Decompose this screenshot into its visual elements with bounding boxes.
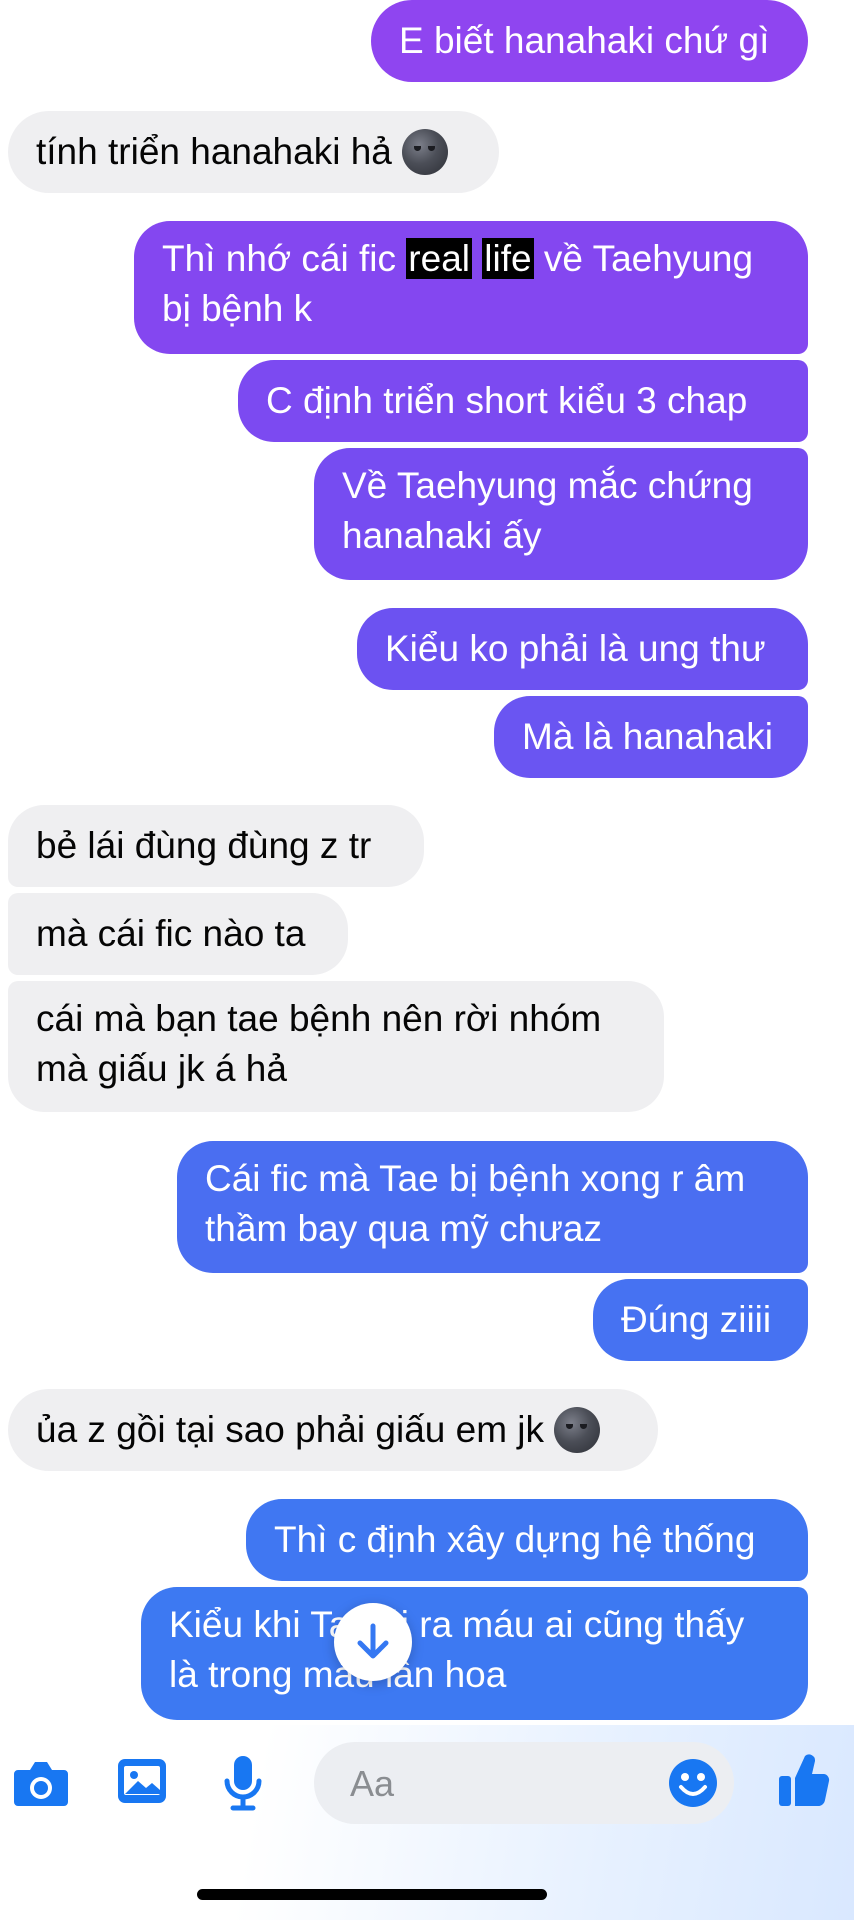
home-indicator xyxy=(197,1889,547,1900)
message-text: C định triển short kiểu 3 chap xyxy=(266,380,748,421)
message-incoming[interactable]: ủa z gồi tại sao phải giấu em jk xyxy=(8,1389,658,1471)
message-text: Mà là hanahaki xyxy=(522,716,773,757)
message-outgoing[interactable]: Kiểu ko phải là ung thư xyxy=(357,608,808,690)
message-text: Kiểu ko phải là ung thư xyxy=(385,628,766,669)
message-text: cái mà bạn tae bệnh nên rời nhóm mà giấu… xyxy=(36,998,602,1089)
message-outgoing[interactable]: Mà là hanahaki xyxy=(494,696,808,778)
message-outgoing[interactable]: E biết hanahaki chứ gì xyxy=(371,0,808,82)
message-outgoing[interactable]: Đúng ziiii xyxy=(593,1279,808,1361)
new-moon-face-icon xyxy=(401,129,448,175)
message-incoming[interactable]: mà cái fic nào ta xyxy=(8,893,348,975)
like-icon xyxy=(779,1754,830,1807)
message-outgoing[interactable]: Kiểu khi Tae ói ra máu ai cũng thấy là t… xyxy=(141,1587,808,1720)
like-button[interactable] xyxy=(776,1750,832,1810)
message-text: Thì nhớ cái fic real life về Taehyung bị… xyxy=(162,238,754,329)
scroll-to-bottom-button[interactable] xyxy=(334,1603,412,1681)
highlighted-word: life xyxy=(482,238,534,279)
message-outgoing[interactable]: Về Taehyung mắc chứng hanahaki ấy xyxy=(314,448,808,580)
message-outgoing[interactable]: C định triển short kiểu 3 chap xyxy=(238,360,808,442)
message-text: ủa z gồi tại sao phải giấu em jk xyxy=(36,1409,545,1450)
message-outgoing[interactable]: Cái fic mà Tae bị bệnh xong r âm thầm ba… xyxy=(177,1141,808,1273)
message-text: tính triển hanahaki hả xyxy=(36,131,392,172)
message-text: Cái fic mà Tae bị bệnh xong r âm thầm ba… xyxy=(205,1158,746,1249)
emoji-button[interactable] xyxy=(666,1756,720,1810)
gallery-button[interactable] xyxy=(114,1755,170,1807)
message-text: E biết hanahaki chứ gì xyxy=(399,20,770,61)
message-incoming[interactable]: tính triển hanahaki hả xyxy=(8,111,499,193)
message-text: Về Taehyung mắc chứng hanahaki ấy xyxy=(342,465,753,556)
highlighted-word: real xyxy=(406,238,472,279)
message-incoming[interactable]: cái mà bạn tae bệnh nên rời nhóm mà giấu… xyxy=(8,981,664,1112)
message-text: Đúng ziiii xyxy=(621,1299,772,1340)
microphone-icon xyxy=(224,1756,262,1811)
message-input[interactable] xyxy=(348,1742,652,1826)
message-outgoing[interactable]: Thì nhớ cái fic real life về Taehyung bị… xyxy=(134,221,808,354)
message-text: Thì c định xây dựng hệ thống xyxy=(274,1519,756,1560)
camera-button[interactable] xyxy=(12,1755,70,1811)
new-moon-face-icon xyxy=(554,1407,601,1453)
arrow-down-icon xyxy=(357,1623,389,1659)
voice-button[interactable] xyxy=(218,1752,268,1814)
emoji-icon xyxy=(669,1759,717,1807)
message-input-container[interactable] xyxy=(314,1742,734,1826)
message-incoming[interactable]: bẻ lái đùng đùng z tr xyxy=(8,805,424,887)
image-icon xyxy=(118,1759,166,1803)
message-thread[interactable]: E biết hanahaki chứ gì tính triển hanaha… xyxy=(0,0,854,1725)
message-text: mà cái fic nào ta xyxy=(36,913,306,954)
message-outgoing[interactable]: Thì c định xây dựng hệ thống xyxy=(246,1499,808,1581)
message-text: Kiểu khi Tae ói ra máu ai cũng thấy là t… xyxy=(169,1604,745,1695)
message-text: bẻ lái đùng đùng z tr xyxy=(36,825,372,866)
camera-icon xyxy=(14,1762,68,1806)
